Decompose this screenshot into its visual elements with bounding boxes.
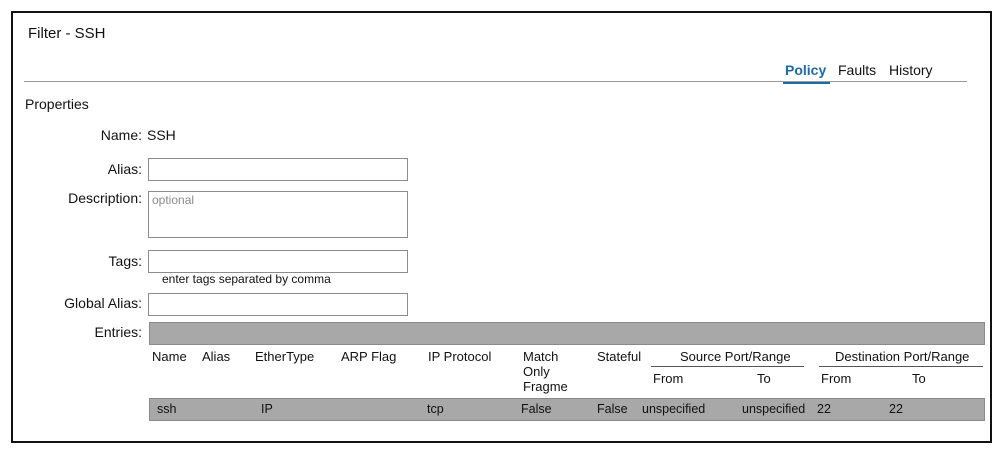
column-header-destination-from[interactable]: From [821,371,851,386]
column-header-stateful[interactable]: Stateful [597,349,641,364]
cell-destination-from: 22 [817,402,831,416]
cell-name: ssh [157,402,177,416]
description-textarea[interactable]: optional [148,191,408,238]
page-title: Filter - SSH [28,25,106,42]
filter-panel: Filter - SSH Policy Faults History Prope… [11,11,992,443]
tags-input[interactable] [148,250,408,273]
name-value: SSH [147,127,176,143]
global-alias-label: Global Alias: [64,295,142,311]
column-group-source-port-range: Source Port/Range [680,349,791,364]
column-header-ip-protocol[interactable]: IP Protocol [428,349,491,364]
description-label: Description: [68,190,142,206]
alias-label: Alias: [107,161,142,177]
cell-destination-to: 22 [889,402,903,416]
description-placeholder: optional [152,193,195,207]
column-header-source-to[interactable]: To [757,371,771,386]
tab-faults[interactable]: Faults [838,62,876,78]
column-header-match-only-fragment[interactable]: Match Only Fragme [523,349,579,394]
column-header-source-from[interactable]: From [653,371,683,386]
column-header-name[interactable]: Name [152,349,187,364]
column-header-alias[interactable]: Alias [202,349,230,364]
entries-toolbar [149,322,985,345]
column-header-destination-to[interactable]: To [912,371,926,386]
tabs-divider [24,81,967,82]
name-label: Name: [100,127,142,143]
tags-hint: enter tags separated by comma [162,272,331,286]
cell-match-only-fragment: False [521,402,552,416]
table-row[interactable] [149,398,985,421]
tab-history[interactable]: History [889,62,933,78]
cell-source-to: unspecified [742,402,806,416]
global-alias-input[interactable] [148,293,408,316]
cell-ip-protocol: tcp [427,402,444,416]
column-group-destination-port-range: Destination Port/Range [835,349,970,364]
column-header-arp-flag[interactable]: ARP Flag [341,349,396,364]
tab-policy[interactable]: Policy [785,62,826,78]
cell-source-from: unspecified [642,402,706,416]
cell-ethertype: IP [261,402,273,416]
alias-input[interactable] [148,158,408,181]
properties-heading: Properties [25,96,89,112]
destination-group-divider [819,366,983,367]
entries-label: Entries: [94,324,142,340]
column-header-ethertype[interactable]: EtherType [255,349,314,364]
tags-label: Tags: [108,253,142,269]
source-group-divider [651,366,804,367]
cell-stateful: False [597,402,628,416]
